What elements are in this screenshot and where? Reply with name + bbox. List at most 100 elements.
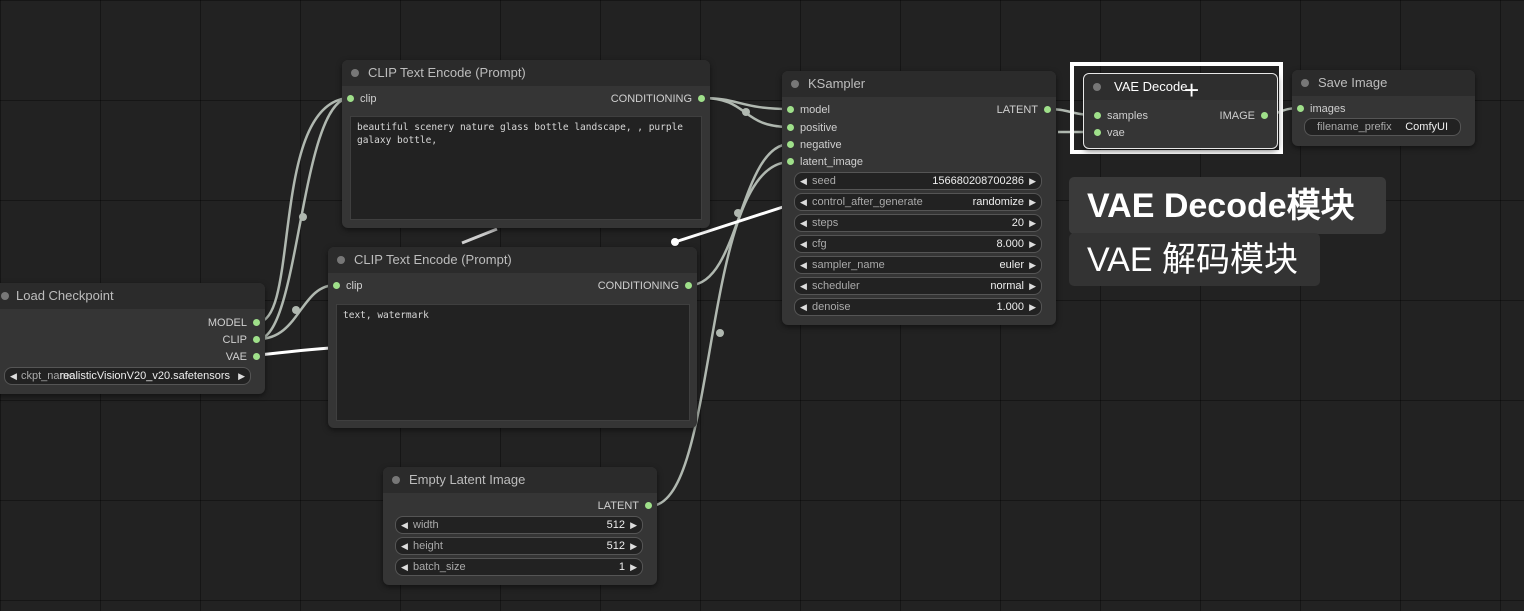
input-pin-icon[interactable]	[347, 95, 354, 102]
output-slot-clip[interactable]: CLIP	[223, 334, 260, 346]
input-slot-latent-image[interactable]: latent_image	[787, 156, 863, 168]
input-slot-vae[interactable]: vae	[1094, 127, 1125, 139]
input-pin-icon[interactable]	[787, 124, 794, 131]
triangle-right-icon[interactable]: ▶	[1029, 236, 1036, 252]
cfg-widget[interactable]: ◀ cfg 8.000 ▶	[794, 235, 1042, 253]
widget-value: 1	[618, 561, 625, 573]
output-slot-conditioning[interactable]: CONDITIONING	[598, 280, 692, 292]
triangle-right-icon[interactable]: ▶	[238, 368, 245, 384]
input-pin-icon[interactable]	[1094, 129, 1101, 136]
output-pin-icon[interactable]	[253, 353, 260, 360]
input-pin-icon[interactable]	[1297, 105, 1304, 112]
output-slot-latent[interactable]: LATENT	[997, 104, 1051, 116]
collapse-dot-icon[interactable]	[1093, 83, 1101, 91]
ksampler-node[interactable]: KSampler model positive negative latent_…	[782, 71, 1056, 325]
collapse-dot-icon[interactable]	[1301, 79, 1309, 87]
output-slot-image[interactable]: IMAGE	[1220, 110, 1268, 122]
node-title-bar[interactable]: Save Image	[1292, 70, 1475, 96]
collapse-dot-icon[interactable]	[1, 292, 9, 300]
output-pin-icon[interactable]	[1261, 112, 1268, 119]
output-slot-model[interactable]: MODEL	[208, 317, 260, 329]
output-slot-latent[interactable]: LATENT	[598, 500, 652, 512]
input-pin-icon[interactable]	[787, 141, 794, 148]
input-slot-images[interactable]: images	[1297, 103, 1345, 115]
slot-label: LATENT	[996, 104, 1038, 116]
output-pin-icon[interactable]	[1044, 106, 1051, 113]
node-title-bar[interactable]: CLIP Text Encode (Prompt)	[328, 247, 697, 273]
output-slot-conditioning[interactable]: CONDITIONING	[611, 93, 705, 105]
triangle-right-icon[interactable]: ▶	[1029, 278, 1036, 294]
triangle-left-icon[interactable]: ◀	[10, 368, 17, 384]
triangle-left-icon[interactable]: ◀	[800, 236, 807, 252]
scheduler-widget[interactable]: ◀ scheduler normal ▶	[794, 277, 1042, 295]
triangle-right-icon[interactable]: ▶	[630, 517, 637, 533]
triangle-right-icon[interactable]: ▶	[1029, 194, 1036, 210]
triangle-left-icon[interactable]: ◀	[800, 299, 807, 315]
batch-size-widget[interactable]: ◀ batch_size 1 ▶	[395, 558, 643, 576]
triangle-left-icon[interactable]: ◀	[401, 559, 408, 575]
save-image-node[interactable]: Save Image images filename_prefix ComfyU…	[1292, 70, 1475, 146]
output-pin-icon[interactable]	[253, 319, 260, 326]
node-graph-canvas[interactable]: CLIP Text Encode (Prompt) clip CONDITION…	[0, 0, 1524, 611]
node-title-bar[interactable]: Empty Latent Image	[383, 467, 657, 493]
input-slot-positive[interactable]: positive	[787, 122, 837, 134]
vae-decode-node[interactable]: VAE Decode samples vae IMAGE	[1083, 73, 1278, 149]
node-title: VAE Decode	[1114, 79, 1188, 94]
triangle-left-icon[interactable]: ◀	[800, 173, 807, 189]
slot-label: clip	[360, 93, 377, 105]
triangle-left-icon[interactable]: ◀	[800, 215, 807, 231]
node-title-bar[interactable]: CLIP Text Encode (Prompt)	[342, 60, 710, 86]
empty-latent-image-node[interactable]: Empty Latent Image LATENT ◀ width 512 ▶ …	[383, 467, 657, 585]
sampler-name-widget[interactable]: ◀ sampler_name euler ▶	[794, 256, 1042, 274]
collapse-dot-icon[interactable]	[791, 80, 799, 88]
triangle-left-icon[interactable]: ◀	[401, 517, 408, 533]
output-pin-icon[interactable]	[685, 282, 692, 289]
triangle-left-icon[interactable]: ◀	[800, 278, 807, 294]
input-slot-clip[interactable]: clip	[333, 280, 363, 292]
clip-text-encode-positive-node[interactable]: CLIP Text Encode (Prompt) clip CONDITION…	[342, 60, 710, 228]
triangle-right-icon[interactable]: ▶	[1029, 215, 1036, 231]
input-pin-icon[interactable]	[333, 282, 340, 289]
input-slot-clip[interactable]: clip	[347, 93, 377, 105]
clip-text-encode-negative-node[interactable]: CLIP Text Encode (Prompt) clip CONDITION…	[328, 247, 697, 428]
widget-value: 20	[1011, 217, 1024, 229]
output-pin-icon[interactable]	[698, 95, 705, 102]
output-pin-icon[interactable]	[253, 336, 260, 343]
control-after-generate-widget[interactable]: ◀ control_after_generate randomize ▶	[794, 193, 1042, 211]
triangle-right-icon[interactable]: ▶	[630, 538, 637, 554]
collapse-dot-icon[interactable]	[351, 69, 359, 77]
triangle-left-icon[interactable]: ◀	[800, 194, 807, 210]
triangle-left-icon[interactable]: ◀	[401, 538, 408, 554]
input-slot-samples[interactable]: samples	[1094, 110, 1148, 122]
input-pin-icon[interactable]	[787, 106, 794, 113]
node-title-bar[interactable]: KSampler	[782, 71, 1056, 97]
input-pin-icon[interactable]	[787, 158, 794, 165]
collapse-dot-icon[interactable]	[392, 476, 400, 484]
input-pin-icon[interactable]	[1094, 112, 1101, 119]
prompt-textarea[interactable]: text, watermark	[336, 304, 690, 421]
slot-label: vae	[1107, 127, 1125, 139]
load-checkpoint-node[interactable]: Load Checkpoint MODEL CLIP VAE ◀ ckpt_na…	[0, 283, 265, 394]
input-slot-model[interactable]: model	[787, 104, 830, 116]
width-widget[interactable]: ◀ width 512 ▶	[395, 516, 643, 534]
seed-widget[interactable]: ◀ seed 156680208700286 ▶	[794, 172, 1042, 190]
triangle-left-icon[interactable]: ◀	[800, 257, 807, 273]
output-pin-icon[interactable]	[645, 502, 652, 509]
steps-widget[interactable]: ◀ steps 20 ▶	[794, 214, 1042, 232]
filename-prefix-widget[interactable]: filename_prefix ComfyUI	[1304, 118, 1461, 136]
height-widget[interactable]: ◀ height 512 ▶	[395, 537, 643, 555]
collapse-dot-icon[interactable]	[337, 256, 345, 264]
node-title: Load Checkpoint	[16, 288, 114, 303]
output-slot-vae[interactable]: VAE	[226, 351, 260, 363]
prompt-textarea[interactable]: beautiful scenery nature glass bottle la…	[350, 116, 702, 220]
triangle-right-icon[interactable]: ▶	[1029, 173, 1036, 189]
node-title-bar[interactable]: VAE Decode	[1084, 74, 1277, 100]
node-title-bar[interactable]: Load Checkpoint	[0, 283, 265, 309]
input-slot-negative[interactable]: negative	[787, 139, 842, 151]
denoise-widget[interactable]: ◀ denoise 1.000 ▶	[794, 298, 1042, 316]
triangle-right-icon[interactable]: ▶	[1029, 299, 1036, 315]
triangle-right-icon[interactable]: ▶	[630, 559, 637, 575]
ckpt-name-combo[interactable]: ◀ ckpt_name realisticVisionV20_v20.safet…	[4, 367, 251, 385]
widget-label: control_after_generate	[812, 196, 923, 208]
triangle-right-icon[interactable]: ▶	[1029, 257, 1036, 273]
